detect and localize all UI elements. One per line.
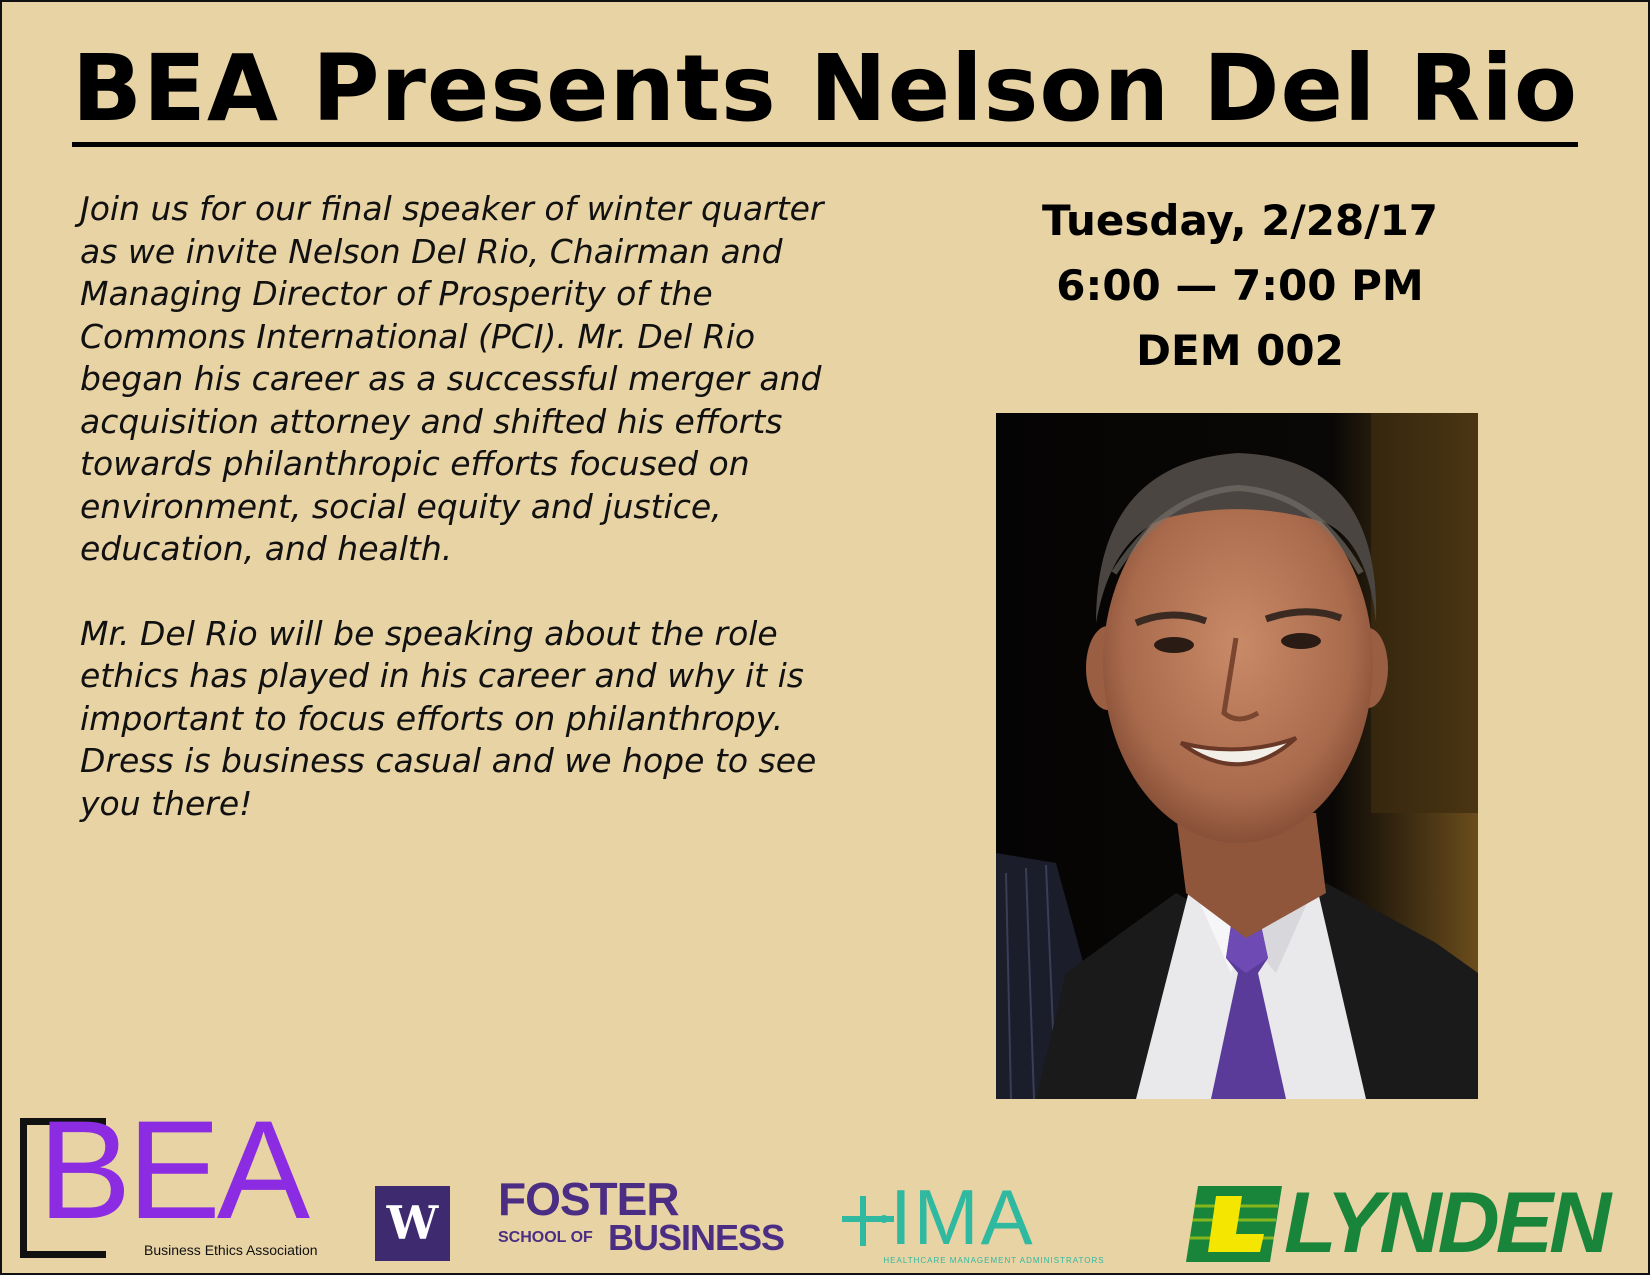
hma-logo: IMA HEALTHCARE MANAGEMENT ADMINISTRATORS [838,1178,1140,1268]
speaker-photo [996,413,1478,1099]
bea-logo-letters: BEA [38,1091,310,1248]
foster-logo-line2a: SCHOOL OF [498,1229,593,1246]
foster-logo-line1: FOSTER [498,1173,680,1225]
foster-logo: FOSTER SCHOOL OF BUSINESS [498,1176,798,1264]
sponsor-logos: BEA Business Ethics Association W FOSTER… [0,1100,1650,1275]
speaker-portrait-illustration [996,413,1478,1099]
hma-logo-subtitle: HEALTHCARE MANAGEMENT ADMINISTRATORS [883,1256,1105,1265]
title-text: BEA Presents Nelson Del Rio [71,35,1579,147]
bea-logo-subtitle: Business Ethics Association [144,1242,318,1258]
lynden-logo-letters: LYNDEN [1284,1175,1611,1271]
description-paragraph-2: Mr. Del Rio will be speaking about the r… [80,613,817,823]
hma-logo-letters: IMA [890,1173,1035,1261]
event-date: Tuesday, 2/28/17 [1041,196,1439,245]
lynden-logo: LYNDEN [1186,1180,1636,1268]
event-location: DEM 002 [1136,326,1344,375]
hma-plus-icon [842,1196,894,1246]
event-description: Join us for our final speaker of winter … [80,188,840,867]
bea-logo: BEA Business Ethics Association [20,1100,320,1266]
foster-logo-line2b: BUSINESS [608,1217,785,1258]
event-details: Tuesday, 2/28/17 6:00 — 7:00 PM DEM 002 [940,188,1540,383]
description-paragraph-1: Join us for our final speaker of winter … [80,189,824,568]
lynden-emblem-icon [1186,1186,1282,1262]
page-title: BEA Presents Nelson Del Rio [0,35,1650,147]
uw-logo: W [375,1186,450,1261]
event-time: 6:00 — 7:00 PM [1056,261,1424,310]
